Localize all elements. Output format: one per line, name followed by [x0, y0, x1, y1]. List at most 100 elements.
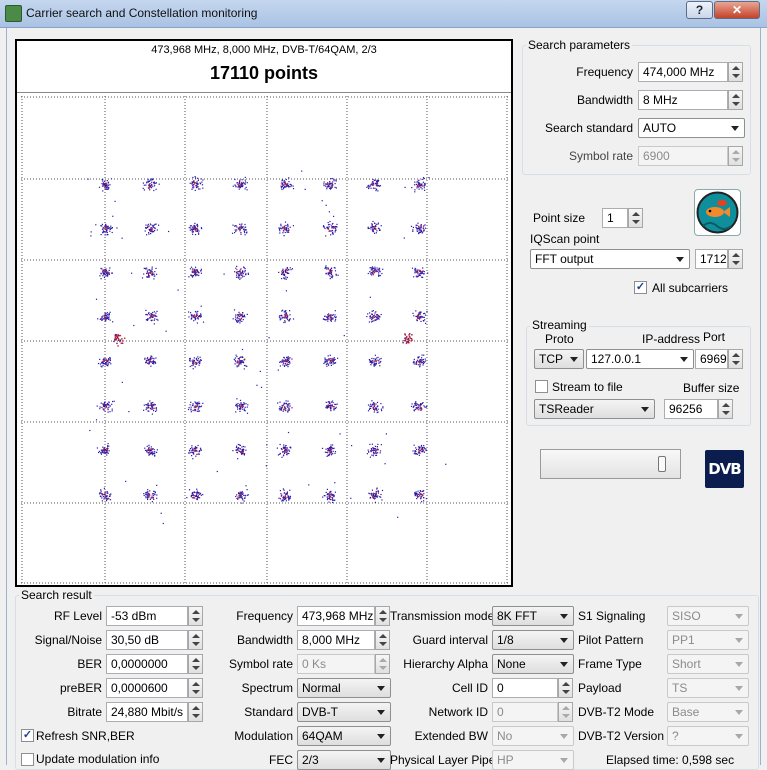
constellation-cluster: [276, 443, 292, 458]
col2-2-spinner[interactable]: [375, 654, 390, 674]
col3-3-input[interactable]: 0: [492, 678, 558, 698]
reader-select[interactable]: TSReader: [534, 399, 655, 419]
frequency-spinner[interactable]: [728, 62, 743, 82]
chevron-down-icon: [735, 686, 743, 691]
point-size-label: Point size: [533, 211, 586, 225]
col1-4-spinner[interactable]: [188, 702, 203, 722]
col4-0-select[interactable]: SISO: [667, 606, 749, 626]
col2-3-label: Spectrum: [241, 681, 293, 695]
col2-6-select[interactable]: 2/3: [297, 750, 391, 770]
constellation-cluster: [323, 354, 339, 367]
port-input[interactable]: 6969: [695, 349, 728, 369]
col2-1-input[interactable]: 8,000 MHz: [297, 630, 375, 650]
bandwidth-input[interactable]: 8 MHz: [638, 90, 728, 110]
all-subcarriers-label: All subcarriers: [652, 281, 729, 295]
constellation-cluster: [410, 401, 428, 412]
buffer-size-spinner[interactable]: [718, 399, 733, 419]
update-modulation-checkbox[interactable]: [21, 753, 34, 766]
bandwidth-spinner[interactable]: [728, 90, 743, 110]
chevron-down-icon: [377, 734, 385, 739]
update-modulation-label: Update modulation info: [36, 752, 160, 766]
col3-3-spinner[interactable]: [558, 678, 573, 698]
col2-2-input[interactable]: 0 Ks: [297, 654, 375, 674]
all-subcarriers-checkbox[interactable]: ✓: [634, 281, 647, 294]
col2-4-select[interactable]: DVB-T: [297, 702, 391, 722]
signal-level-track[interactable]: [540, 449, 681, 479]
constellation-cluster: [411, 267, 429, 278]
col2-0-spinner[interactable]: [375, 606, 390, 626]
col3-4-spinner[interactable]: [558, 702, 573, 722]
col4-2-select[interactable]: Short: [667, 654, 749, 674]
col4-0-value: SISO: [672, 609, 701, 623]
col3-0-select[interactable]: 8K FFT: [492, 606, 574, 626]
window-title: Carrier search and Constellation monitor…: [26, 6, 258, 20]
search-standard-select[interactable]: AUTO: [638, 118, 745, 138]
constellation-point-count: 17110 points: [209, 63, 319, 83]
constellation-cluster: [234, 265, 249, 280]
col3-1-select[interactable]: 1/8: [492, 630, 574, 650]
col2-0-input[interactable]: 473,968 MHz: [297, 606, 375, 626]
constellation-cluster: [278, 221, 294, 237]
col1-2-input[interactable]: 0,0000000: [106, 654, 188, 674]
chevron-down-icon: [735, 662, 743, 667]
col4-4-select[interactable]: Base: [667, 702, 749, 722]
fish-logo-button[interactable]: [694, 189, 741, 236]
col2-4-label: Standard: [244, 705, 293, 719]
ip-address-select[interactable]: 127.0.0.1: [586, 349, 694, 369]
col1-1-input[interactable]: 30,50 dB: [106, 630, 188, 650]
close-button[interactable]: ✕: [714, 1, 760, 19]
col1-0-spinner[interactable]: [188, 606, 203, 626]
col1-1-label: Signal/Noise: [34, 633, 102, 647]
symbol-rate-label: Symbol rate: [568, 149, 633, 163]
iqscan-number-input[interactable]: 1712: [695, 249, 728, 269]
symbol-rate-input[interactable]: 6900: [638, 146, 728, 166]
symbol-rate-spinner[interactable]: [728, 146, 743, 166]
constellation-cluster: [99, 267, 113, 280]
proto-select[interactable]: TCP: [534, 349, 584, 369]
buffer-size-label: Buffer size: [683, 381, 740, 395]
search-standard-label: Search standard: [544, 121, 633, 135]
col4-3-select[interactable]: TS: [667, 678, 749, 698]
col1-3-input[interactable]: 0,0000600: [106, 678, 188, 698]
col3-2-select[interactable]: None: [492, 654, 574, 674]
constellation-cluster: [322, 488, 336, 504]
iqscan-select[interactable]: FFT output: [530, 249, 690, 269]
col1-1-spinner[interactable]: [188, 630, 203, 650]
constellation-cluster: [366, 178, 382, 192]
constellation-cluster: [188, 310, 205, 324]
port-spinner[interactable]: [728, 349, 743, 369]
col2-3-select[interactable]: Normal: [297, 678, 391, 698]
col1-4-input[interactable]: 24,880 Mbit/s: [106, 702, 188, 722]
col3-6-select[interactable]: HP: [492, 750, 574, 770]
col1-2-label: BER: [77, 657, 102, 671]
app-icon: [5, 5, 22, 22]
col1-0-input[interactable]: -53 dBm: [106, 606, 188, 626]
stream-to-file-checkbox[interactable]: [535, 380, 548, 393]
frequency-input[interactable]: 474,000 MHz: [638, 62, 728, 82]
col1-3-spinner[interactable]: [188, 678, 203, 698]
col4-1-select[interactable]: PP1: [667, 630, 749, 650]
col2-1-spinner[interactable]: [375, 630, 390, 650]
col3-5-select[interactable]: No: [492, 726, 574, 746]
chevron-down-icon: [735, 734, 743, 739]
point-size-spinner[interactable]: [628, 208, 643, 228]
search-result-title: Search result: [19, 588, 94, 602]
chevron-down-icon: [735, 638, 743, 643]
signal-level-thumb[interactable]: [658, 456, 666, 472]
help-button[interactable]: ?: [686, 1, 713, 19]
constellation-cluster: [97, 357, 112, 368]
col2-0-label: Frequency: [236, 609, 293, 623]
chevron-down-icon: [735, 614, 743, 619]
col3-0-label: Transmission mode: [390, 609, 495, 623]
col4-5-select[interactable]: ?: [667, 726, 749, 746]
col1-4-label: Bitrate: [67, 705, 102, 719]
refresh-snr-ber-checkbox[interactable]: ✓: [21, 729, 34, 742]
col2-5-select[interactable]: 64QAM: [297, 726, 391, 746]
col1-2-spinner[interactable]: [188, 654, 203, 674]
point-size-input[interactable]: 1: [602, 208, 628, 228]
constellation-cluster: [366, 443, 382, 458]
proto-value: TCP: [539, 352, 563, 366]
col3-4-input[interactable]: 0: [492, 702, 558, 722]
buffer-size-input[interactable]: 96256: [664, 399, 718, 419]
iqscan-spinner[interactable]: [728, 249, 743, 269]
